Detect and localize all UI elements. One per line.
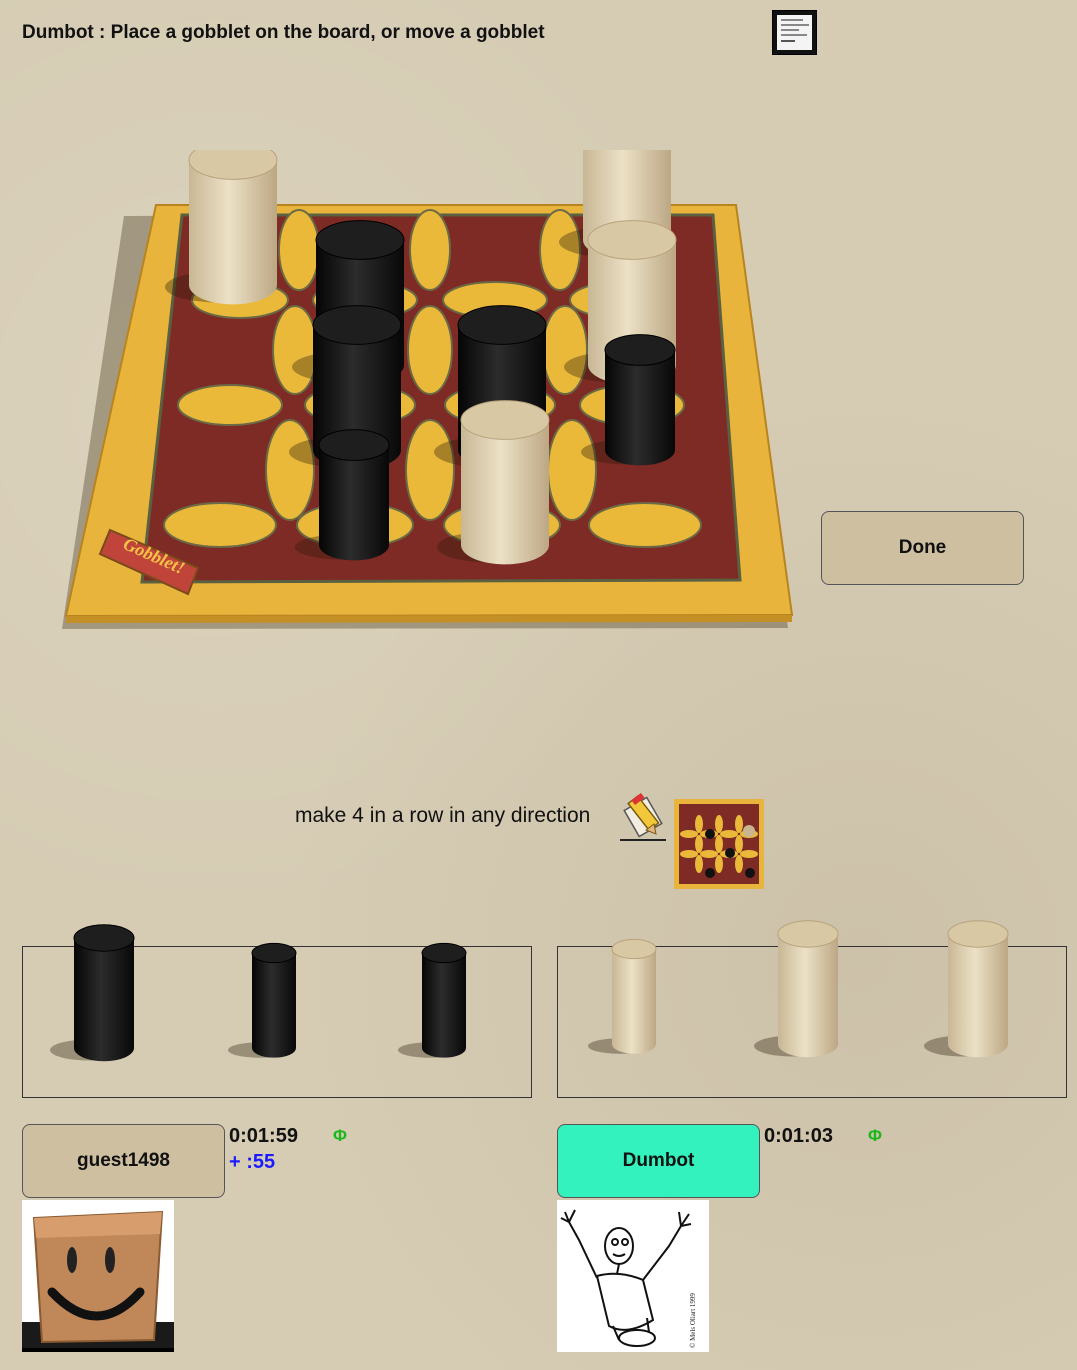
phi-icon: Φ: [868, 1126, 882, 1145]
reserve-pieces: [50, 920, 1009, 1062]
document-thumbnail-icon[interactable]: [772, 10, 817, 55]
done-button[interactable]: Done: [821, 511, 1024, 585]
player-button-dumbot[interactable]: Dumbot: [557, 1124, 760, 1198]
game-board[interactable]: Gobblet!: [60, 150, 800, 640]
avatar-guest: [22, 1200, 174, 1352]
phi-icon: Φ: [333, 1126, 347, 1145]
board-view-icon[interactable]: [674, 799, 764, 889]
avatar-credit-text: © Mels Oliart 1999: [689, 1293, 697, 1348]
player-clock-guest: 0:01:59: [229, 1125, 298, 1147]
avatar-dumbot: © Mels Oliart 1999: [557, 1200, 709, 1352]
reserve-piece-white[interactable]: [588, 938, 657, 1054]
player-bonus-time-guest: + :55: [229, 1151, 276, 1173]
reserve-piece-black[interactable]: [398, 942, 467, 1058]
rules-text: make 4 in a row in any direction: [295, 804, 591, 827]
reserve-piece-black[interactable]: [50, 924, 135, 1062]
reserve-piece-white[interactable]: [924, 920, 1009, 1058]
status-message: Dumbot : Place a gobblet on the board, o…: [22, 22, 545, 43]
player-button-guest[interactable]: guest1498: [22, 1124, 225, 1198]
reserve-piece-white[interactable]: [754, 920, 839, 1058]
player-clock-dumbot: 0:01:03: [764, 1125, 833, 1147]
pencil-ruler-icon[interactable]: [618, 792, 668, 844]
reserve-piece-black[interactable]: [228, 942, 297, 1058]
